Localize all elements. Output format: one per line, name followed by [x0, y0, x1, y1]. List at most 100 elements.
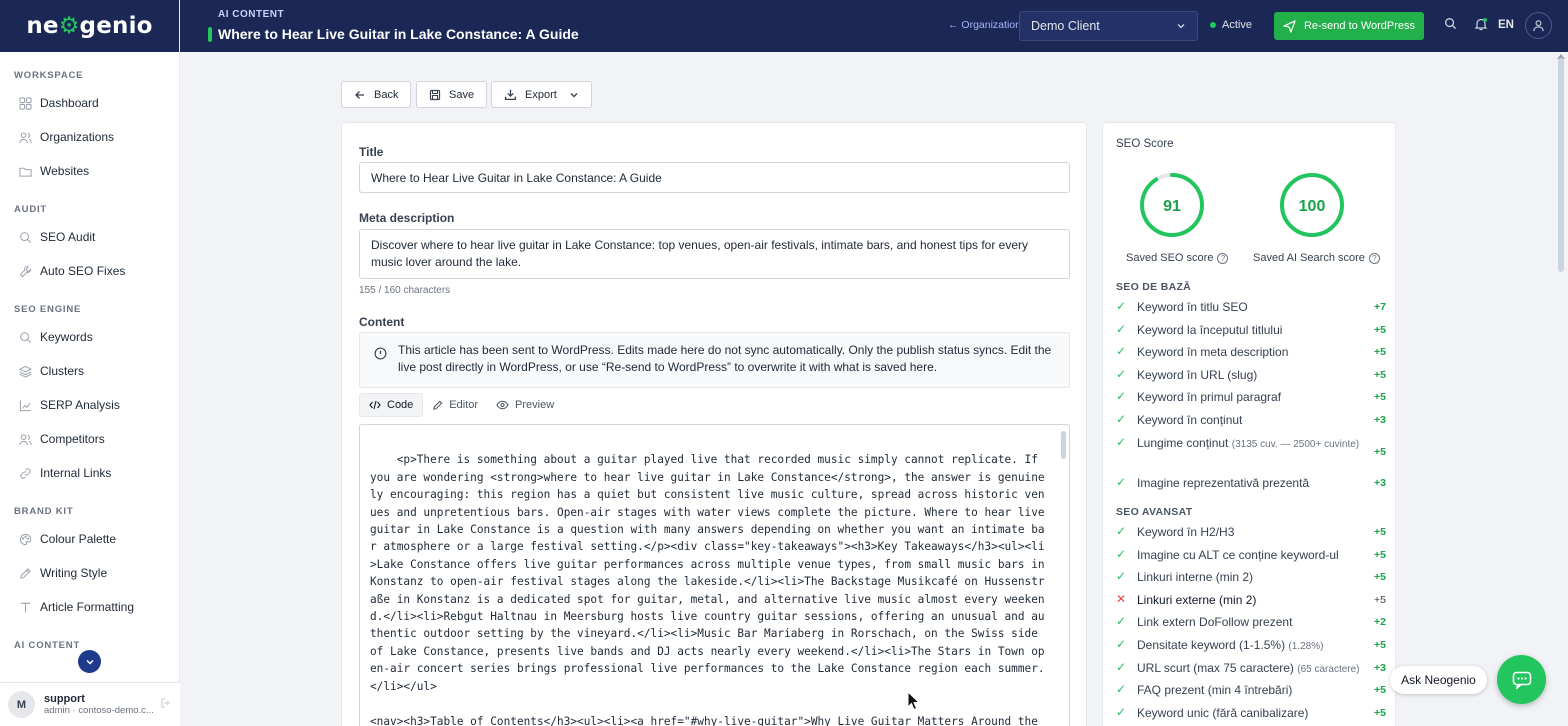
- sidebar-item-label: Article Formatting: [40, 600, 135, 614]
- seo-check-row: ✓ Link extern DoFollow prezent +2: [1116, 614, 1386, 631]
- chat-icon: [1512, 671, 1531, 689]
- tab-code[interactable]: Code: [359, 393, 424, 417]
- sidebar-item-article-formatting[interactable]: Article Formatting: [0, 590, 179, 624]
- pencil-icon: [433, 400, 443, 410]
- ask-neogenio-label[interactable]: Ask Neogenio: [1390, 666, 1487, 694]
- user-menu[interactable]: M support admin · contoso-demo.c...: [0, 682, 180, 726]
- seo-check-label: Keyword în H2/H3: [1137, 525, 1235, 539]
- x-icon: ✕: [1116, 591, 1127, 606]
- seo-check-row: ✓ Lungime conținut (3135 cuv. — 2500+ cuv…: [1116, 435, 1386, 461]
- pen-icon: [18, 566, 32, 580]
- seo-check-label: Linkuri externe (min 2): [1137, 592, 1257, 607]
- user-profile-button[interactable]: [1525, 12, 1552, 39]
- nav-section-workspace: WORKSPACE: [14, 70, 84, 81]
- collapse-sidebar-button[interactable]: [78, 650, 101, 673]
- wordpress-sync-notice: This article has been sent to WordPress.…: [359, 332, 1070, 388]
- title-input[interactable]: Where to Hear Live Guitar in Lake Consta…: [359, 162, 1070, 193]
- seo-check-points: +3: [1374, 476, 1386, 489]
- seo-check-row: ✓ Imagine cu ALT ce conține keyword-ul +5: [1116, 547, 1386, 564]
- chevron-down-icon: [570, 92, 578, 97]
- sidebar-item-organizations[interactable]: Organizations: [0, 120, 179, 154]
- section-label: AI CONTENT: [218, 9, 285, 20]
- nav-section-brand-kit: BRAND KIT: [14, 506, 74, 517]
- seo-check-row: ✕ Linkuri externe (min 2) +5: [1116, 592, 1386, 609]
- folder-icon: [18, 164, 32, 178]
- ai-score-value: 100: [1299, 198, 1326, 215]
- check-icon: ✓: [1116, 682, 1127, 697]
- export-button[interactable]: Export: [491, 81, 592, 108]
- ai-score-gauge: 100: [1280, 173, 1344, 237]
- html-code-editor[interactable]: <p>There is something about a guitar pla…: [359, 424, 1070, 726]
- sidebar-item-dashboard[interactable]: Dashboard: [0, 86, 179, 120]
- bell-icon[interactable]: [1474, 17, 1488, 34]
- sidebar-item-websites[interactable]: Websites: [0, 154, 179, 188]
- sidebar-item-auto-seo-fixes[interactable]: Auto SEO Fixes: [0, 254, 179, 288]
- seo-score-label: Saved SEO score?: [1126, 252, 1229, 264]
- seo-check-label: Imagine reprezentativă prezentă: [1137, 475, 1310, 490]
- sidebar-item-clusters[interactable]: Clusters: [0, 354, 179, 388]
- seo-check-label: Keyword în conținut: [1137, 413, 1243, 427]
- seo-check-label: Keyword în titlu SEO: [1137, 300, 1248, 314]
- save-button[interactable]: Save: [416, 81, 488, 108]
- check-icon: ✓: [1116, 344, 1127, 359]
- check-icon: ✓: [1116, 474, 1127, 489]
- page-scrollbar[interactable]: [1558, 58, 1564, 272]
- client-select[interactable]: Demo Client: [1019, 11, 1198, 41]
- sidebar-item-internal-links[interactable]: Internal Links: [0, 456, 179, 490]
- sidebar-item-colour-palette[interactable]: Colour Palette: [0, 522, 179, 556]
- seo-check-label: URL scurt (max 75 caractere) (65 caracte…: [1137, 660, 1360, 675]
- sidebar-item-competitors[interactable]: Competitors: [0, 422, 179, 456]
- seo-check-row: ✓ FAQ prezent (min 4 întrebări) +5: [1116, 682, 1386, 699]
- search-icon: [18, 330, 32, 344]
- palette-icon: [18, 532, 32, 546]
- page-title: Where to Hear Live Guitar in Lake Consta…: [218, 26, 579, 42]
- user-icon: [1533, 20, 1544, 32]
- check-icon: ✓: [1116, 524, 1127, 538]
- eye-icon: [496, 400, 509, 410]
- logo[interactable]: ne⚙genio: [26, 13, 152, 39]
- seo-check-points: +5: [1374, 684, 1386, 697]
- ask-neogenio-button[interactable]: [1497, 655, 1546, 704]
- tab-editor[interactable]: Editor: [423, 393, 487, 417]
- chevron-down-icon: [85, 659, 94, 665]
- users-icon: [18, 130, 32, 144]
- code-scrollbar[interactable]: [1061, 431, 1066, 459]
- nav-section-seo-engine: SEO ENGINE: [14, 304, 82, 315]
- search-icon[interactable]: [1444, 17, 1457, 33]
- check-icon: ✓: [1116, 659, 1127, 674]
- seo-check-points: +2: [1374, 616, 1386, 629]
- logout-icon[interactable]: [160, 697, 172, 712]
- sidebar-item-label: Writing Style: [40, 566, 108, 580]
- language-switch[interactable]: EN: [1498, 19, 1514, 31]
- seo-check-label: Keyword în meta description: [1137, 345, 1289, 360]
- content-label: Content: [359, 315, 405, 329]
- sidebar-item-label: Competitors: [40, 432, 105, 446]
- seo-check-label: Keyword în primul paragraf: [1137, 390, 1282, 405]
- help-icon[interactable]: ?: [1217, 252, 1229, 264]
- users-icon: [18, 432, 32, 446]
- seo-check-row: ✓ Keyword în conținut +3: [1116, 412, 1386, 429]
- meta-character-count: 155 / 160 characters: [359, 285, 451, 296]
- top-bar: AI CONTENT Where to Hear Live Guitar in …: [180, 0, 1568, 52]
- help-icon[interactable]: ?: [1368, 252, 1380, 264]
- sidebar-item-serp-analysis[interactable]: SERP Analysis: [0, 388, 179, 422]
- sidebar-item-label: Websites: [40, 164, 90, 178]
- seo-score-gauge: 91: [1140, 173, 1204, 237]
- organizations-link[interactable]: ← Organizations: [948, 19, 1026, 31]
- back-button[interactable]: Back: [341, 81, 412, 108]
- search-icon: [18, 230, 32, 244]
- sidebar-item-writing-style[interactable]: Writing Style: [0, 556, 179, 590]
- sidebar-nav: WORKSPACE Dashboard Organizations Websites A…: [0, 52, 179, 651]
- sidebar: ne⚙genio WORKSPACE Dashboard Organizations…: [0, 0, 180, 726]
- check-icon: ✓: [1116, 614, 1127, 629]
- sidebar-item-keywords[interactable]: Keywords: [0, 320, 179, 354]
- meta-description-textarea[interactable]: Discover where to hear live guitar in La…: [359, 229, 1070, 279]
- seo-check-label: Keyword în URL (slug): [1137, 367, 1258, 382]
- tab-preview[interactable]: Preview: [487, 393, 563, 417]
- sidebar-item-label: Auto SEO Fixes: [40, 264, 126, 278]
- resend-to-wordpress-button[interactable]: Re-send to WordPress: [1274, 12, 1424, 40]
- seo-check-points: +5: [1374, 639, 1386, 651]
- sidebar-item-seo-audit[interactable]: SEO Audit: [0, 220, 179, 254]
- seo-check-points: +5: [1374, 391, 1386, 404]
- meta-description-label: Meta description: [359, 211, 455, 225]
